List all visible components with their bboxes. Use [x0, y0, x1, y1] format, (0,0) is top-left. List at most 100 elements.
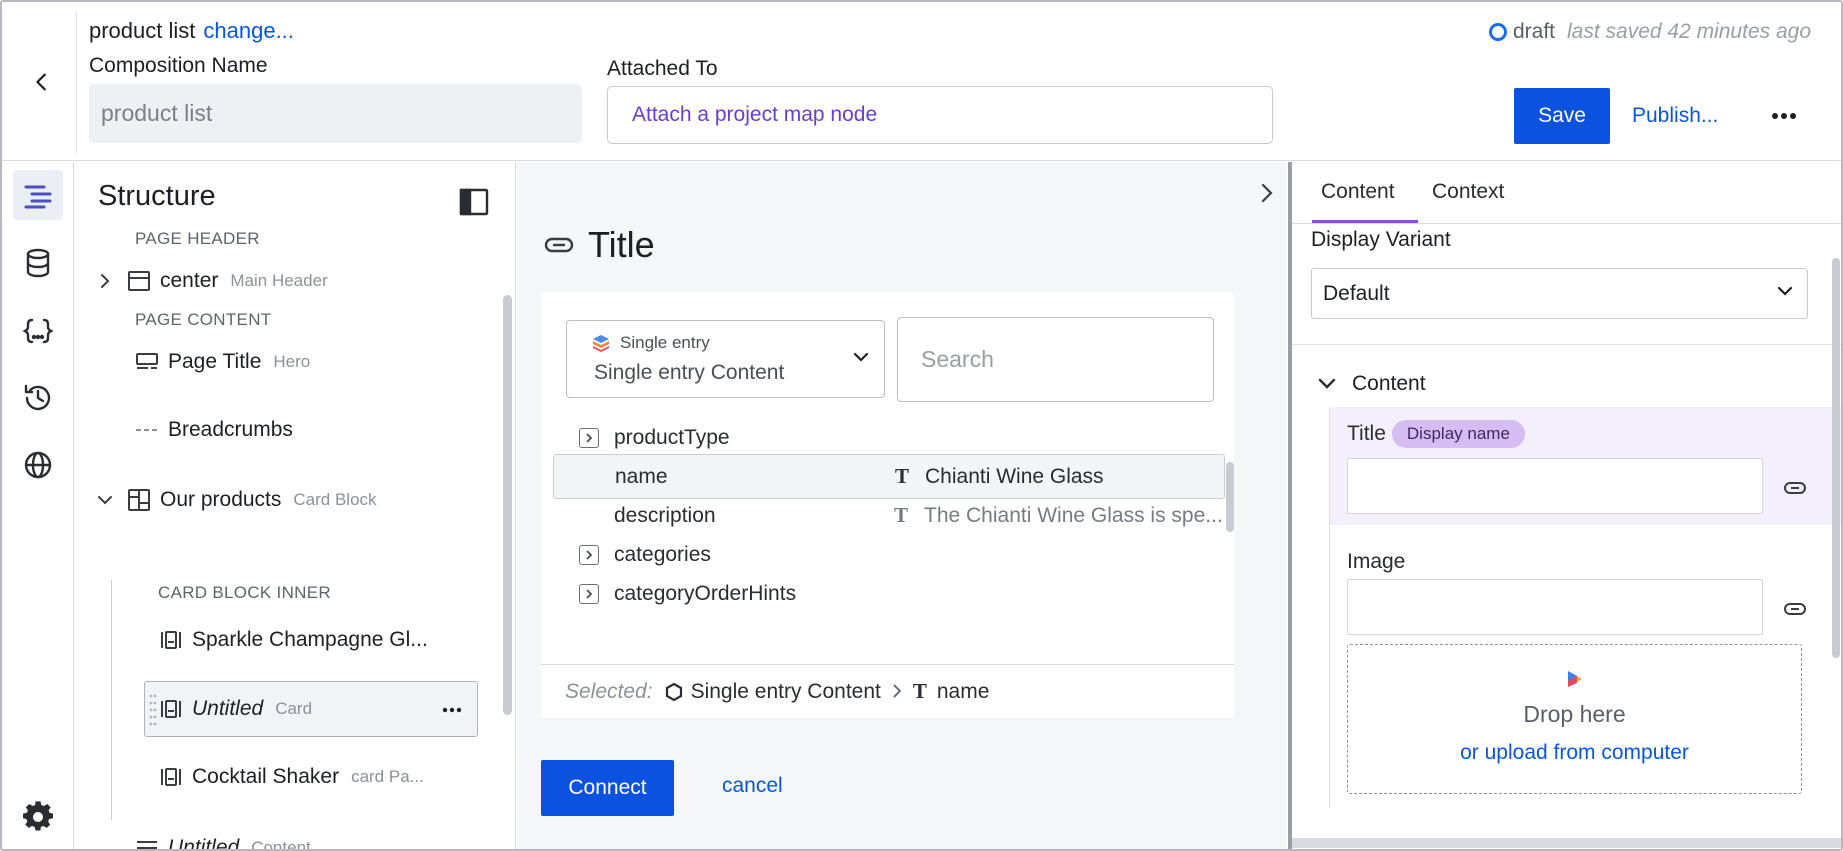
rail-structure-button[interactable] — [13, 170, 63, 220]
chevron-down-icon[interactable] — [95, 490, 115, 510]
draft-status-icon — [1488, 23, 1507, 41]
tab-context[interactable]: Context — [1432, 180, 1504, 204]
layout-section-icon — [127, 269, 151, 293]
composition-header: product list change... Composition Name A… — [2, 2, 1841, 161]
selected-label: Selected: — [565, 679, 653, 703]
properties-horizontal-scrollbar[interactable] — [1292, 838, 1841, 848]
publish-button[interactable]: Publish... — [1632, 88, 1718, 144]
parameter-title-text: Title — [588, 224, 655, 265]
database-icon — [26, 248, 50, 278]
more-options-button[interactable] — [1766, 98, 1802, 134]
field-value: Chianti Wine Glass — [925, 464, 1104, 488]
data-source-card: Single entry Single entry Content produc… — [541, 292, 1234, 718]
entry-hexagon-icon — [665, 682, 682, 701]
parameter-title: Title — [544, 224, 655, 266]
tree-node-title: Untitled — [192, 697, 264, 720]
tree-node-center[interactable]: center Main Header — [95, 259, 328, 303]
title-field-label: Title Display name — [1347, 420, 1525, 448]
section-card-block-inner: CARD BLOCK INNER — [158, 583, 331, 602]
expand-field-icon[interactable] — [579, 583, 599, 604]
link-icon[interactable] — [1784, 477, 1806, 499]
card-block-icon — [127, 488, 151, 512]
rail-history-button[interactable] — [13, 373, 63, 423]
tree-node-type: Hero — [273, 352, 311, 371]
chevron-right-icon[interactable] — [95, 271, 115, 291]
structure-scrollbar[interactable] — [503, 295, 512, 715]
tree-node-our-products[interactable]: Our products Card Block — [95, 478, 377, 522]
tree-node-type: Card Block — [293, 490, 377, 509]
rail-data-button[interactable] — [13, 238, 63, 288]
display-variant-select[interactable]: Default — [1311, 268, 1808, 319]
rail-json-button[interactable] — [13, 306, 63, 356]
asset-upload-icon — [1568, 671, 1582, 687]
tree-node-card-untitled[interactable]: Untitled Card — [159, 687, 312, 731]
field-name: productType — [614, 425, 730, 449]
composition-line: product list change... — [89, 18, 294, 44]
properties-scrollbar[interactable] — [1832, 258, 1840, 658]
section-divider — [1292, 344, 1841, 345]
tree-node-title: Sparkle Champagne Gl... — [192, 628, 428, 651]
tree-guide-line — [111, 580, 112, 820]
node-more-icon[interactable] — [442, 707, 462, 713]
publish-status: draft last saved 42 minutes ago — [1488, 20, 1811, 44]
tree-node-title: Breadcrumbs — [168, 418, 293, 441]
back-button[interactable] — [24, 64, 60, 100]
image-input[interactable] — [1347, 579, 1763, 635]
expand-field-icon[interactable] — [579, 544, 599, 565]
card-icon — [159, 628, 183, 652]
content-group-toggle[interactable]: Content — [1318, 372, 1426, 396]
active-tab-indicator — [1312, 220, 1418, 223]
field-list-scrollbar[interactable] — [1226, 462, 1234, 532]
settings-icon — [23, 801, 53, 831]
last-saved-text: last saved 42 minutes ago — [1567, 20, 1811, 43]
structure-title: Structure — [98, 180, 216, 212]
hero-component-icon — [135, 350, 159, 374]
save-button[interactable]: Save — [1514, 88, 1610, 144]
tab-content[interactable]: Content — [1321, 180, 1395, 204]
tree-node-type: card Pa... — [351, 767, 424, 786]
content-group-title: Content — [1352, 372, 1426, 395]
expand-field-icon[interactable] — [579, 427, 599, 448]
image-drop-zone[interactable]: Drop here or upload from computer — [1347, 644, 1802, 794]
cancel-button[interactable]: cancel — [722, 774, 783, 798]
text-type-icon: T — [895, 464, 910, 488]
tree-node-card-cocktail[interactable]: Cocktail Shaker card Pa... — [159, 755, 424, 799]
link-icon[interactable] — [1784, 598, 1806, 620]
chevron-down-icon — [853, 352, 869, 362]
display-name-badge: Display name — [1391, 420, 1525, 448]
field-search[interactable] — [897, 317, 1217, 402]
attach-project-map-node-button[interactable]: Attach a project map node — [607, 86, 1273, 144]
data-connect-panel: Title Single entry Single entry Content … — [517, 162, 1287, 849]
card-icon — [159, 697, 183, 721]
rail-settings-button[interactable] — [13, 792, 63, 842]
attached-to-label: Attached To — [607, 57, 718, 80]
rail-locale-button[interactable] — [13, 440, 63, 490]
data-type-cube-icon — [593, 335, 609, 352]
upload-from-computer-link[interactable]: or upload from computer — [1348, 741, 1801, 765]
connect-button[interactable]: Connect — [541, 760, 674, 816]
tree-node-breadcrumbs[interactable]: Breadcrumbs — [135, 408, 293, 452]
tree-node-type: Main Header — [230, 271, 328, 290]
history-icon — [24, 384, 51, 411]
toggle-panel-icon[interactable] — [459, 188, 489, 216]
tree-node-card-sparkle[interactable]: Sparkle Champagne Gl... — [159, 618, 428, 662]
composition-name-input[interactable] — [89, 84, 582, 143]
change-type-link[interactable]: change... — [203, 18, 294, 43]
tree-node-title: Our products — [160, 488, 282, 511]
header-divider — [76, 12, 77, 154]
field-row-categoryorderhints[interactable]: categoryOrderHints — [553, 571, 1225, 616]
drag-handle-icon[interactable] — [149, 692, 157, 728]
breadcrumbs-icon — [135, 418, 159, 442]
json-braces-icon — [22, 318, 54, 344]
tree-node-title: Cocktail Shaker — [192, 765, 340, 788]
tree-node-cut-off[interactable]: Untitled Content — [135, 826, 311, 849]
field-search-input[interactable] — [921, 346, 1217, 373]
properties-panel: Content Context Display Variant Default … — [1288, 162, 1841, 849]
expand-panel-button[interactable] — [1252, 178, 1282, 208]
structure-icon — [24, 185, 52, 209]
globe-icon — [24, 451, 52, 479]
tree-node-page-title[interactable]: Page Title Hero — [135, 340, 310, 384]
title-input[interactable] — [1347, 458, 1763, 514]
entry-type-select[interactable]: Single entry Single entry Content — [566, 320, 885, 398]
section-page-content: PAGE CONTENT — [135, 310, 272, 329]
